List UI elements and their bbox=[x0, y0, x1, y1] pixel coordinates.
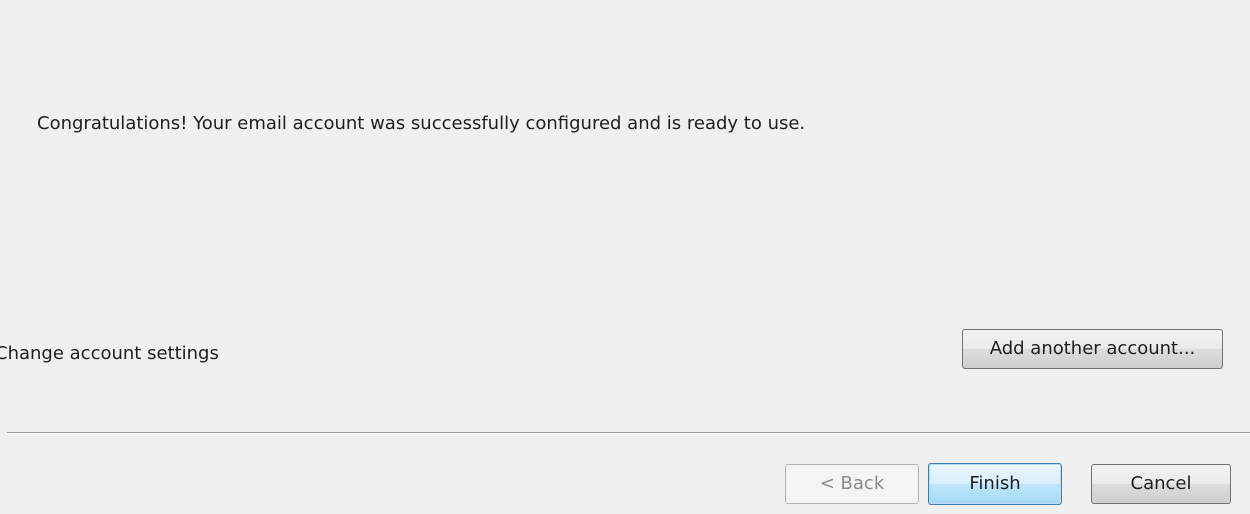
success-message: Congratulations! Your email account was … bbox=[37, 113, 806, 134]
add-another-account-button[interactable]: Add another account... bbox=[962, 329, 1223, 369]
footer-divider bbox=[7, 432, 1250, 434]
change-account-settings-checkbox-label[interactable]: Change account settings bbox=[0, 342, 219, 366]
finish-button[interactable]: Finish bbox=[928, 463, 1062, 505]
cancel-button[interactable]: Cancel bbox=[1091, 464, 1231, 504]
back-button[interactable]: < Back bbox=[785, 464, 919, 504]
